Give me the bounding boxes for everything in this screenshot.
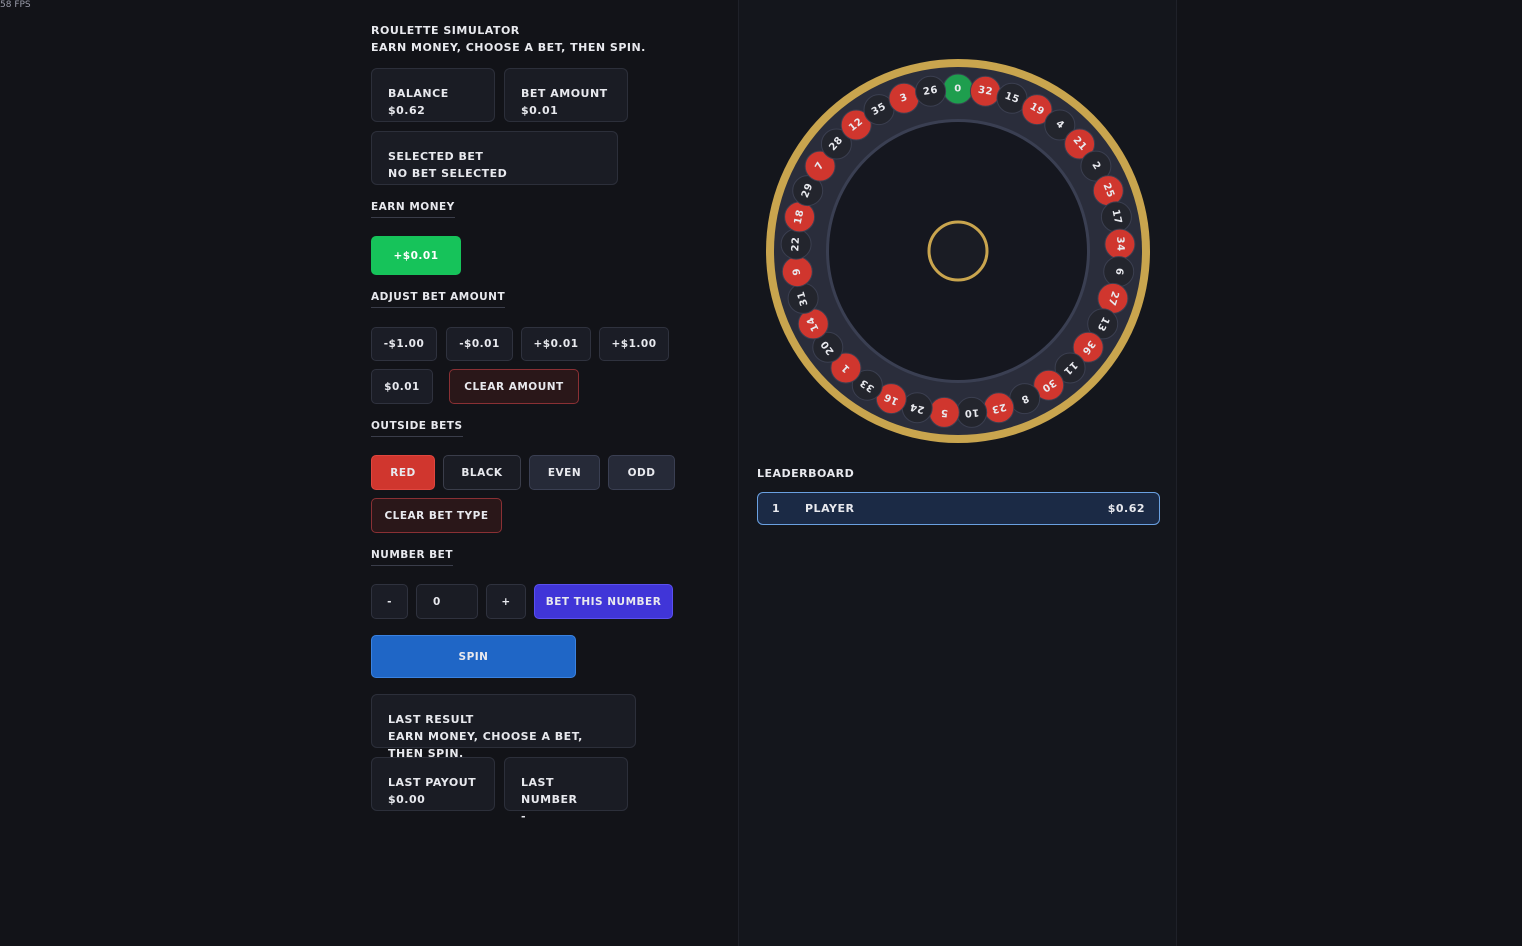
roulette-wheel: 0 32 1519421225173462713361130823105241633… [766,59,1150,443]
wheel-pocket-34: 34 [1104,228,1136,260]
wheel-pocket-10: 10 [956,396,988,428]
last-number-value: - [521,810,527,823]
page-title: ROULETTE SIMULATOR [371,24,520,37]
bet-even-button[interactable]: EVEN [529,455,600,490]
leaderboard-heading: LEADERBOARD [757,467,855,480]
leaderboard-amount: $0.62 [1107,502,1145,515]
last-number-card: LAST NUMBER - [504,757,628,823]
svg-text:5: 5 [940,407,948,419]
bet-amount-value: $0.01 [521,104,559,117]
wheel-pocket-0: 0 [942,73,974,105]
minus-dollar-button[interactable]: -$1.00 [371,327,437,361]
wheel-pocket-17: 17 [1100,201,1132,233]
leaderboard-row: 1 PLAYER $0.62 [757,492,1160,525]
svg-text:6: 6 [1113,267,1125,276]
wheel-pocket-26: 26 [915,75,947,107]
bet-odd-button[interactable]: ODD [608,455,675,490]
clear-amount-button[interactable]: CLEAR AMOUNT [449,369,579,404]
svg-text:34: 34 [1114,236,1126,251]
svg-text:0: 0 [954,84,961,95]
wheel-pocket-18: 18 [784,201,816,233]
wheel-pocket-6: 6 [1103,256,1135,288]
selected-bet-card: SELECTED BET NO BET SELECTED [371,131,618,185]
wheel-pocket-31: 31 [787,282,819,314]
wheel-pocket-25: 25 [1092,175,1124,207]
balance-value: $0.62 [388,104,426,117]
wheel-pocket-3: 3 [888,82,920,114]
plus-dollar-button[interactable]: +$1.00 [599,327,669,361]
wheel-pocket-9: 9 [781,256,813,288]
spin-button[interactable]: SPIN [371,635,576,678]
last-payout-card: LAST PAYOUT $0.00 [371,757,495,811]
last-result-label: LAST RESULT [388,713,474,726]
outside-bets-heading: OUTSIDE BETS [371,420,463,437]
clear-bet-type-button[interactable]: CLEAR BET TYPE [371,498,502,533]
earn-money-heading: EARN MONEY [371,201,455,218]
current-amount-button[interactable]: $0.01 [371,369,433,404]
number-decrement-button[interactable]: - [371,584,408,619]
leaderboard-player-name: PLAYER [805,502,855,515]
number-bet-heading: NUMBER BET [371,549,454,566]
panel-divider-left [738,0,739,946]
page-subtitle: EARN MONEY, CHOOSE A BET, THEN SPIN. [371,41,646,54]
leaderboard-rank: 1 [772,502,781,515]
wheel-pocket-22: 22 [780,228,812,260]
svg-text:22: 22 [790,236,802,251]
minus-cent-button[interactable]: -$0.01 [446,327,513,361]
number-input[interactable] [416,584,478,619]
bet-amount-card: BET AMOUNT $0.01 [504,68,628,122]
adjust-bet-heading: ADJUST BET AMOUNT [371,291,506,308]
svg-text:10: 10 [964,406,980,418]
panel-divider-right [1176,0,1177,946]
bet-this-number-button[interactable]: BET THIS NUMBER [534,584,673,619]
wheel-pocket-32: 32 [969,75,1001,107]
last-payout-value: $0.00 [388,793,426,806]
wheel-pocket-5: 5 [928,396,960,428]
wheel-hub [927,220,989,282]
selected-bet-label: SELECTED BET [388,150,484,163]
earn-money-button[interactable]: +$0.01 [371,236,461,275]
last-number-label: LAST NUMBER [521,776,578,806]
number-increment-button[interactable]: + [486,584,526,619]
last-result-card: LAST RESULT EARN MONEY, CHOOSE A BET, TH… [371,694,636,760]
wheel-pocket-23: 23 [983,392,1015,424]
fps-counter: 58 FPS [0,0,31,10]
balance-label: BALANCE [388,87,449,100]
bet-black-button[interactable]: BLACK [443,455,521,490]
balance-card: BALANCE $0.62 [371,68,495,122]
selected-bet-value: NO BET SELECTED [388,167,508,180]
page-header: ROULETTE SIMULATOR EARN MONEY, CHOOSE A … [371,22,646,56]
svg-text:9: 9 [791,267,803,276]
last-payout-label: LAST PAYOUT [388,776,477,789]
plus-cent-button[interactable]: +$0.01 [521,327,591,361]
bet-red-button[interactable]: RED [371,455,435,490]
bet-amount-label: BET AMOUNT [521,87,608,100]
